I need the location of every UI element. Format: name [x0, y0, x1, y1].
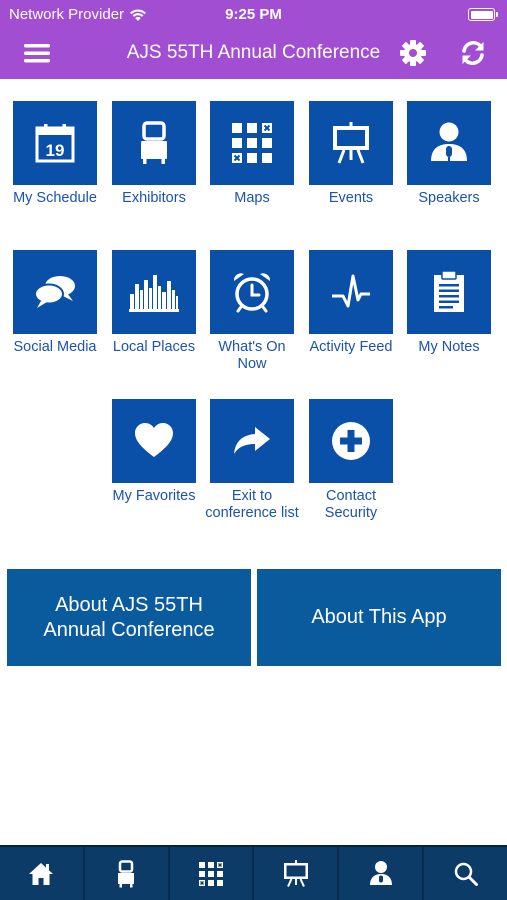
- tile-box: [112, 399, 196, 483]
- grid-map-icon: [199, 861, 224, 886]
- tile-activity-feed[interactable]: Activity Feed: [301, 250, 401, 356]
- tile-box: [210, 250, 294, 334]
- status-bar: Network Provider 9:25 PM: [0, 0, 507, 28]
- menu-icon[interactable]: [24, 42, 50, 64]
- heart-icon: [135, 423, 173, 457]
- tile-box: [309, 250, 393, 334]
- tile-my-favorites[interactable]: My Favorites: [104, 399, 204, 505]
- tile-whats-on-now[interactable]: What's On Now: [202, 250, 302, 373]
- tile-label: Social Media: [13, 339, 97, 355]
- easel-icon: [333, 122, 369, 164]
- tile-label: Exhibitors: [122, 190, 186, 206]
- tile-box: [210, 101, 294, 185]
- pulse-icon: [332, 274, 370, 308]
- about-app-button[interactable]: About This App: [257, 569, 501, 666]
- tile-label: Events: [328, 190, 374, 206]
- search-icon: [454, 862, 478, 886]
- tile-label: Maps: [234, 190, 270, 206]
- tile-label: What's On Now: [218, 339, 286, 372]
- clipboard-icon: [434, 270, 464, 312]
- tile-label: Local Places: [112, 339, 196, 355]
- tile-box: [112, 250, 196, 334]
- battery-icon: [468, 8, 498, 21]
- refresh-icon[interactable]: [458, 38, 488, 68]
- chat-bubbles-icon: [34, 276, 75, 308]
- tab-events[interactable]: [252, 847, 337, 900]
- tile-my-schedule[interactable]: 19 My Schedule: [5, 101, 105, 207]
- tab-speakers[interactable]: [337, 847, 422, 900]
- tile-box: 19: [13, 101, 97, 185]
- tile-speakers[interactable]: Speakers: [399, 101, 499, 207]
- tile-box: [309, 101, 393, 185]
- calendar-day: 19: [46, 141, 65, 160]
- tile-box: [112, 101, 196, 185]
- tile-box: [210, 399, 294, 483]
- tile-my-notes[interactable]: My Notes: [399, 250, 499, 356]
- tile-social-media[interactable]: Social Media: [5, 250, 105, 356]
- nav-bar: AJS 55TH Annual Conference: [0, 28, 507, 79]
- tile-label: My Notes: [418, 339, 480, 355]
- easel-icon: [283, 860, 308, 887]
- plus-circle-icon: [332, 422, 370, 460]
- home-icon: [29, 862, 54, 885]
- tile-label: My Schedule: [13, 190, 97, 206]
- tile-label: Activity Feed: [309, 339, 393, 355]
- tile-label: Speakers: [418, 190, 480, 206]
- clock: 9:25 PM: [225, 6, 282, 23]
- share-arrow-icon: [234, 427, 270, 454]
- tile-exit-conference-list[interactable]: Exit to conference list: [202, 399, 302, 522]
- tab-bar: [0, 845, 507, 900]
- tile-box: [407, 250, 491, 334]
- city-skyline-icon: [129, 275, 179, 312]
- tile-box: [309, 399, 393, 483]
- tile-local-places[interactable]: Local Places: [104, 250, 204, 356]
- tile-box: [13, 250, 97, 334]
- tab-search[interactable]: [422, 847, 507, 900]
- tile-box: [407, 101, 491, 185]
- speaker-icon: [369, 861, 392, 885]
- grid-map-icon: [232, 123, 272, 163]
- top-bar: Network Provider 9:25 PM AJS 55TH Annual…: [0, 0, 507, 79]
- speaker-icon: [431, 122, 467, 161]
- about-conference-button[interactable]: About AJS 55TH Annual Conference: [7, 569, 251, 666]
- tile-label: Exit to conference list: [205, 488, 299, 521]
- calendar-icon: 19: [35, 124, 75, 163]
- page-title: AJS 55TH Annual Conference: [126, 42, 381, 63]
- booth-icon: [118, 859, 135, 887]
- tile-events[interactable]: Events: [301, 101, 401, 207]
- tile-maps[interactable]: Maps: [202, 101, 302, 207]
- booth-icon: [141, 121, 167, 164]
- tile-contact-security[interactable]: Contact Security: [301, 399, 401, 522]
- tile-label: My Favorites: [112, 488, 196, 504]
- gear-icon[interactable]: [398, 38, 428, 68]
- alarm-clock-icon: [233, 273, 271, 313]
- tile-label: Contact Security: [324, 488, 378, 521]
- tab-home[interactable]: [0, 847, 83, 900]
- tab-maps[interactable]: [167, 847, 253, 900]
- tab-exhibitors[interactable]: [82, 847, 168, 900]
- tile-exhibitors[interactable]: Exhibitors: [104, 101, 204, 207]
